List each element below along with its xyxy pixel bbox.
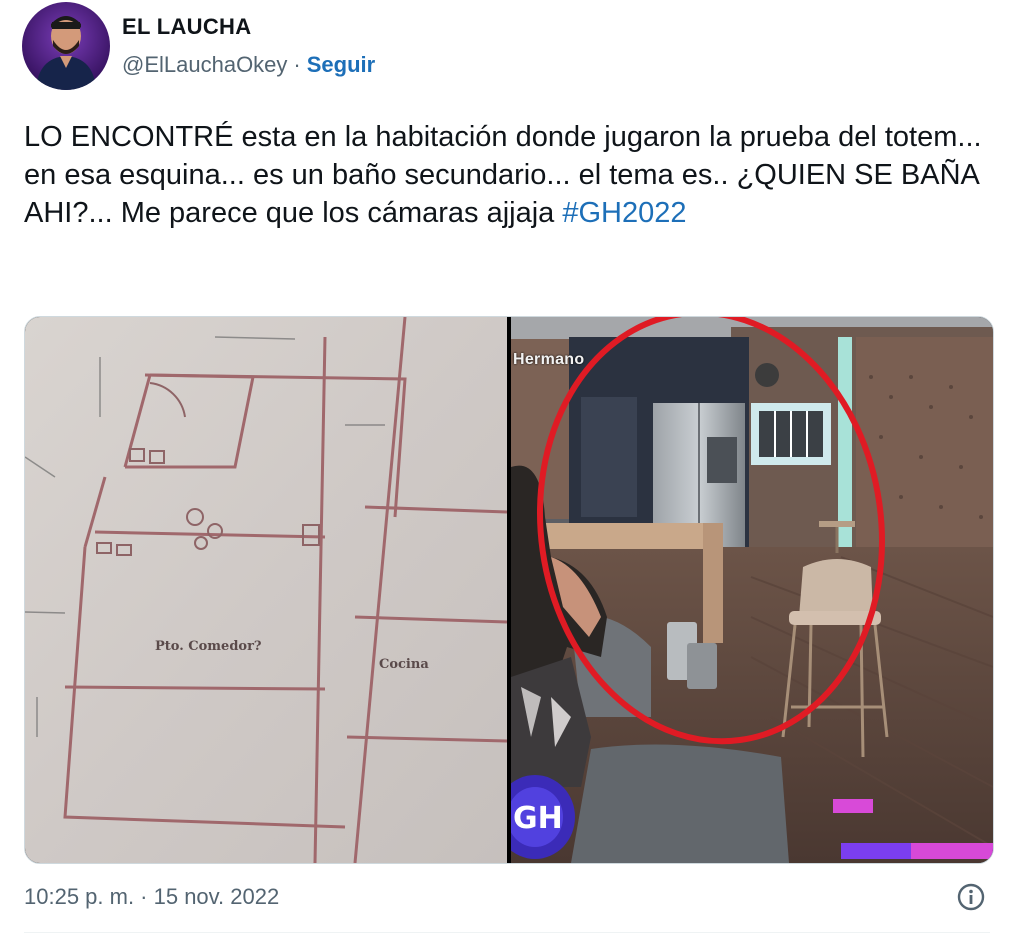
author-handle-row: @ElLauchaOkey · Seguir bbox=[122, 52, 375, 78]
avatar[interactable] bbox=[22, 2, 110, 90]
author-handle[interactable]: @ElLauchaOkey bbox=[122, 52, 287, 77]
media-grid: Pto. Comedor? Cocina Hermano GH bbox=[24, 316, 994, 864]
floorplan-label-side: Cocina bbox=[379, 657, 429, 672]
hashtag-link[interactable]: #GH2022 bbox=[562, 197, 686, 229]
tv-screenshot-photo[interactable]: Hermano GH bbox=[511, 317, 993, 863]
follow-button[interactable]: Seguir bbox=[307, 52, 375, 77]
tv-scene-illustration bbox=[511, 317, 993, 863]
divider bbox=[24, 932, 990, 933]
author-name[interactable]: EL LAUCHA bbox=[122, 14, 251, 40]
tweet-timestamp[interactable]: 10:25 p. m. · 15 nov. 2022 bbox=[24, 884, 279, 910]
info-circle-icon bbox=[957, 883, 985, 911]
tweet-text: LO ENCONTRÉ esta en la habitación donde … bbox=[24, 118, 984, 232]
separator-dot: · bbox=[293, 52, 301, 77]
tweet-body: LO ENCONTRÉ esta en la habitación donde … bbox=[24, 121, 982, 229]
floorplan-photo[interactable]: Pto. Comedor? Cocina bbox=[25, 317, 507, 863]
floorplan-label-main: Pto. Comedor? bbox=[155, 639, 262, 654]
floorplan-illustration bbox=[25, 317, 507, 863]
info-icon[interactable] bbox=[956, 882, 986, 912]
avatar-photo bbox=[36, 16, 96, 90]
tv-overlay-label: Hermano bbox=[513, 351, 585, 368]
tweet-card: EL LAUCHA @ElLauchaOkey · Seguir LO ENCONT… bbox=[0, 0, 1024, 940]
gh-logo: GH bbox=[513, 801, 563, 836]
